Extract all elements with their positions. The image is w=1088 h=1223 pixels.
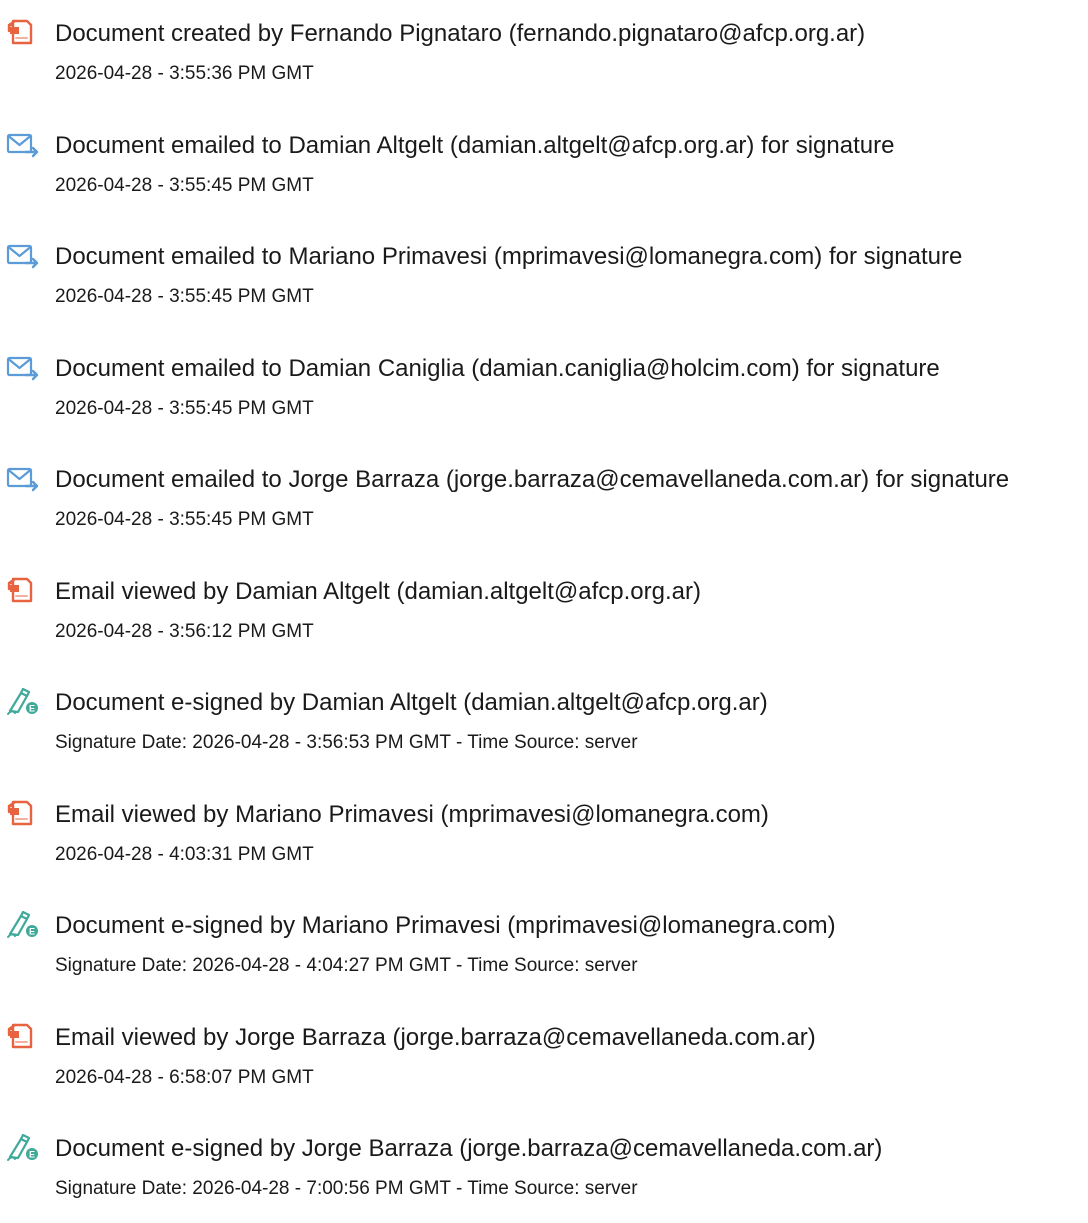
- audit-event: Document emailed to Mariano Primavesi (m…: [0, 231, 1088, 331]
- email-sent-icon: [6, 241, 40, 271]
- document-icon: [6, 576, 40, 606]
- event-title: Document created by Fernando Pignataro (…: [55, 20, 866, 47]
- e-signature-icon: E: [6, 687, 40, 717]
- audit-event: E Document e-signed by Jorge Barraza (jo…: [0, 1123, 1088, 1223]
- event-title: Document emailed to Damian Altgelt (dami…: [55, 132, 895, 159]
- event-title: Document emailed to Jorge Barraza (jorge…: [55, 466, 1010, 493]
- event-signature-date: Signature Date: 2026-04-28 - 4:04:27 PM …: [55, 955, 638, 976]
- event-timestamp: 2026-04-28 - 6:58:07 PM GMT: [55, 1067, 314, 1088]
- event-signature-date: Signature Date: 2026-04-28 - 7:00:56 PM …: [55, 1178, 638, 1199]
- email-sent-icon: [6, 464, 40, 494]
- document-icon: [6, 799, 40, 829]
- event-timestamp: 2026-04-28 - 3:55:45 PM GMT: [55, 509, 314, 530]
- event-title: Document e-signed by Mariano Primavesi (…: [55, 912, 836, 939]
- audit-event: Email viewed by Damian Altgelt (damian.a…: [0, 566, 1088, 666]
- audit-event: Document created by Fernando Pignataro (…: [0, 8, 1088, 108]
- email-sent-icon: [6, 353, 40, 383]
- event-signature-date: Signature Date: 2026-04-28 - 3:56:53 PM …: [55, 732, 638, 753]
- event-timestamp: 2026-04-28 - 3:55:36 PM GMT: [55, 63, 314, 84]
- e-signature-icon: E: [6, 1133, 40, 1163]
- svg-text:E: E: [29, 704, 35, 714]
- audit-event: Document emailed to Damian Caniglia (dam…: [0, 343, 1088, 443]
- audit-event: Email viewed by Mariano Primavesi (mprim…: [0, 789, 1088, 889]
- event-timestamp: 2026-04-28 - 3:55:45 PM GMT: [55, 286, 314, 307]
- event-timestamp: 2026-04-28 - 3:55:45 PM GMT: [55, 175, 314, 196]
- event-title: Email viewed by Damian Altgelt (damian.a…: [55, 578, 701, 605]
- event-title: Document e-signed by Damian Altgelt (dam…: [55, 689, 768, 716]
- document-icon: [6, 1022, 40, 1052]
- e-signature-icon: E: [6, 910, 40, 940]
- svg-text:E: E: [29, 1150, 35, 1160]
- audit-event: E Document e-signed by Damian Altgelt (d…: [0, 677, 1088, 777]
- event-title: Email viewed by Mariano Primavesi (mprim…: [55, 801, 769, 828]
- audit-event: Document emailed to Damian Altgelt (dami…: [0, 120, 1088, 220]
- svg-text:E: E: [29, 927, 35, 937]
- email-sent-icon: [6, 130, 40, 160]
- document-icon: [6, 18, 40, 48]
- audit-event: Email viewed by Jorge Barraza (jorge.bar…: [0, 1012, 1088, 1112]
- event-timestamp: 2026-04-28 - 3:55:45 PM GMT: [55, 398, 314, 419]
- event-title: Document emailed to Damian Caniglia (dam…: [55, 355, 940, 382]
- event-title: Document e-signed by Jorge Barraza (jorg…: [55, 1135, 883, 1162]
- event-title: Email viewed by Jorge Barraza (jorge.bar…: [55, 1024, 816, 1051]
- event-timestamp: 2026-04-28 - 4:03:31 PM GMT: [55, 844, 314, 865]
- event-timestamp: 2026-04-28 - 3:56:12 PM GMT: [55, 621, 314, 642]
- event-title: Document emailed to Mariano Primavesi (m…: [55, 243, 963, 270]
- audit-event: E Document e-signed by Mariano Primavesi…: [0, 900, 1088, 1000]
- audit-event: Document emailed to Jorge Barraza (jorge…: [0, 454, 1088, 554]
